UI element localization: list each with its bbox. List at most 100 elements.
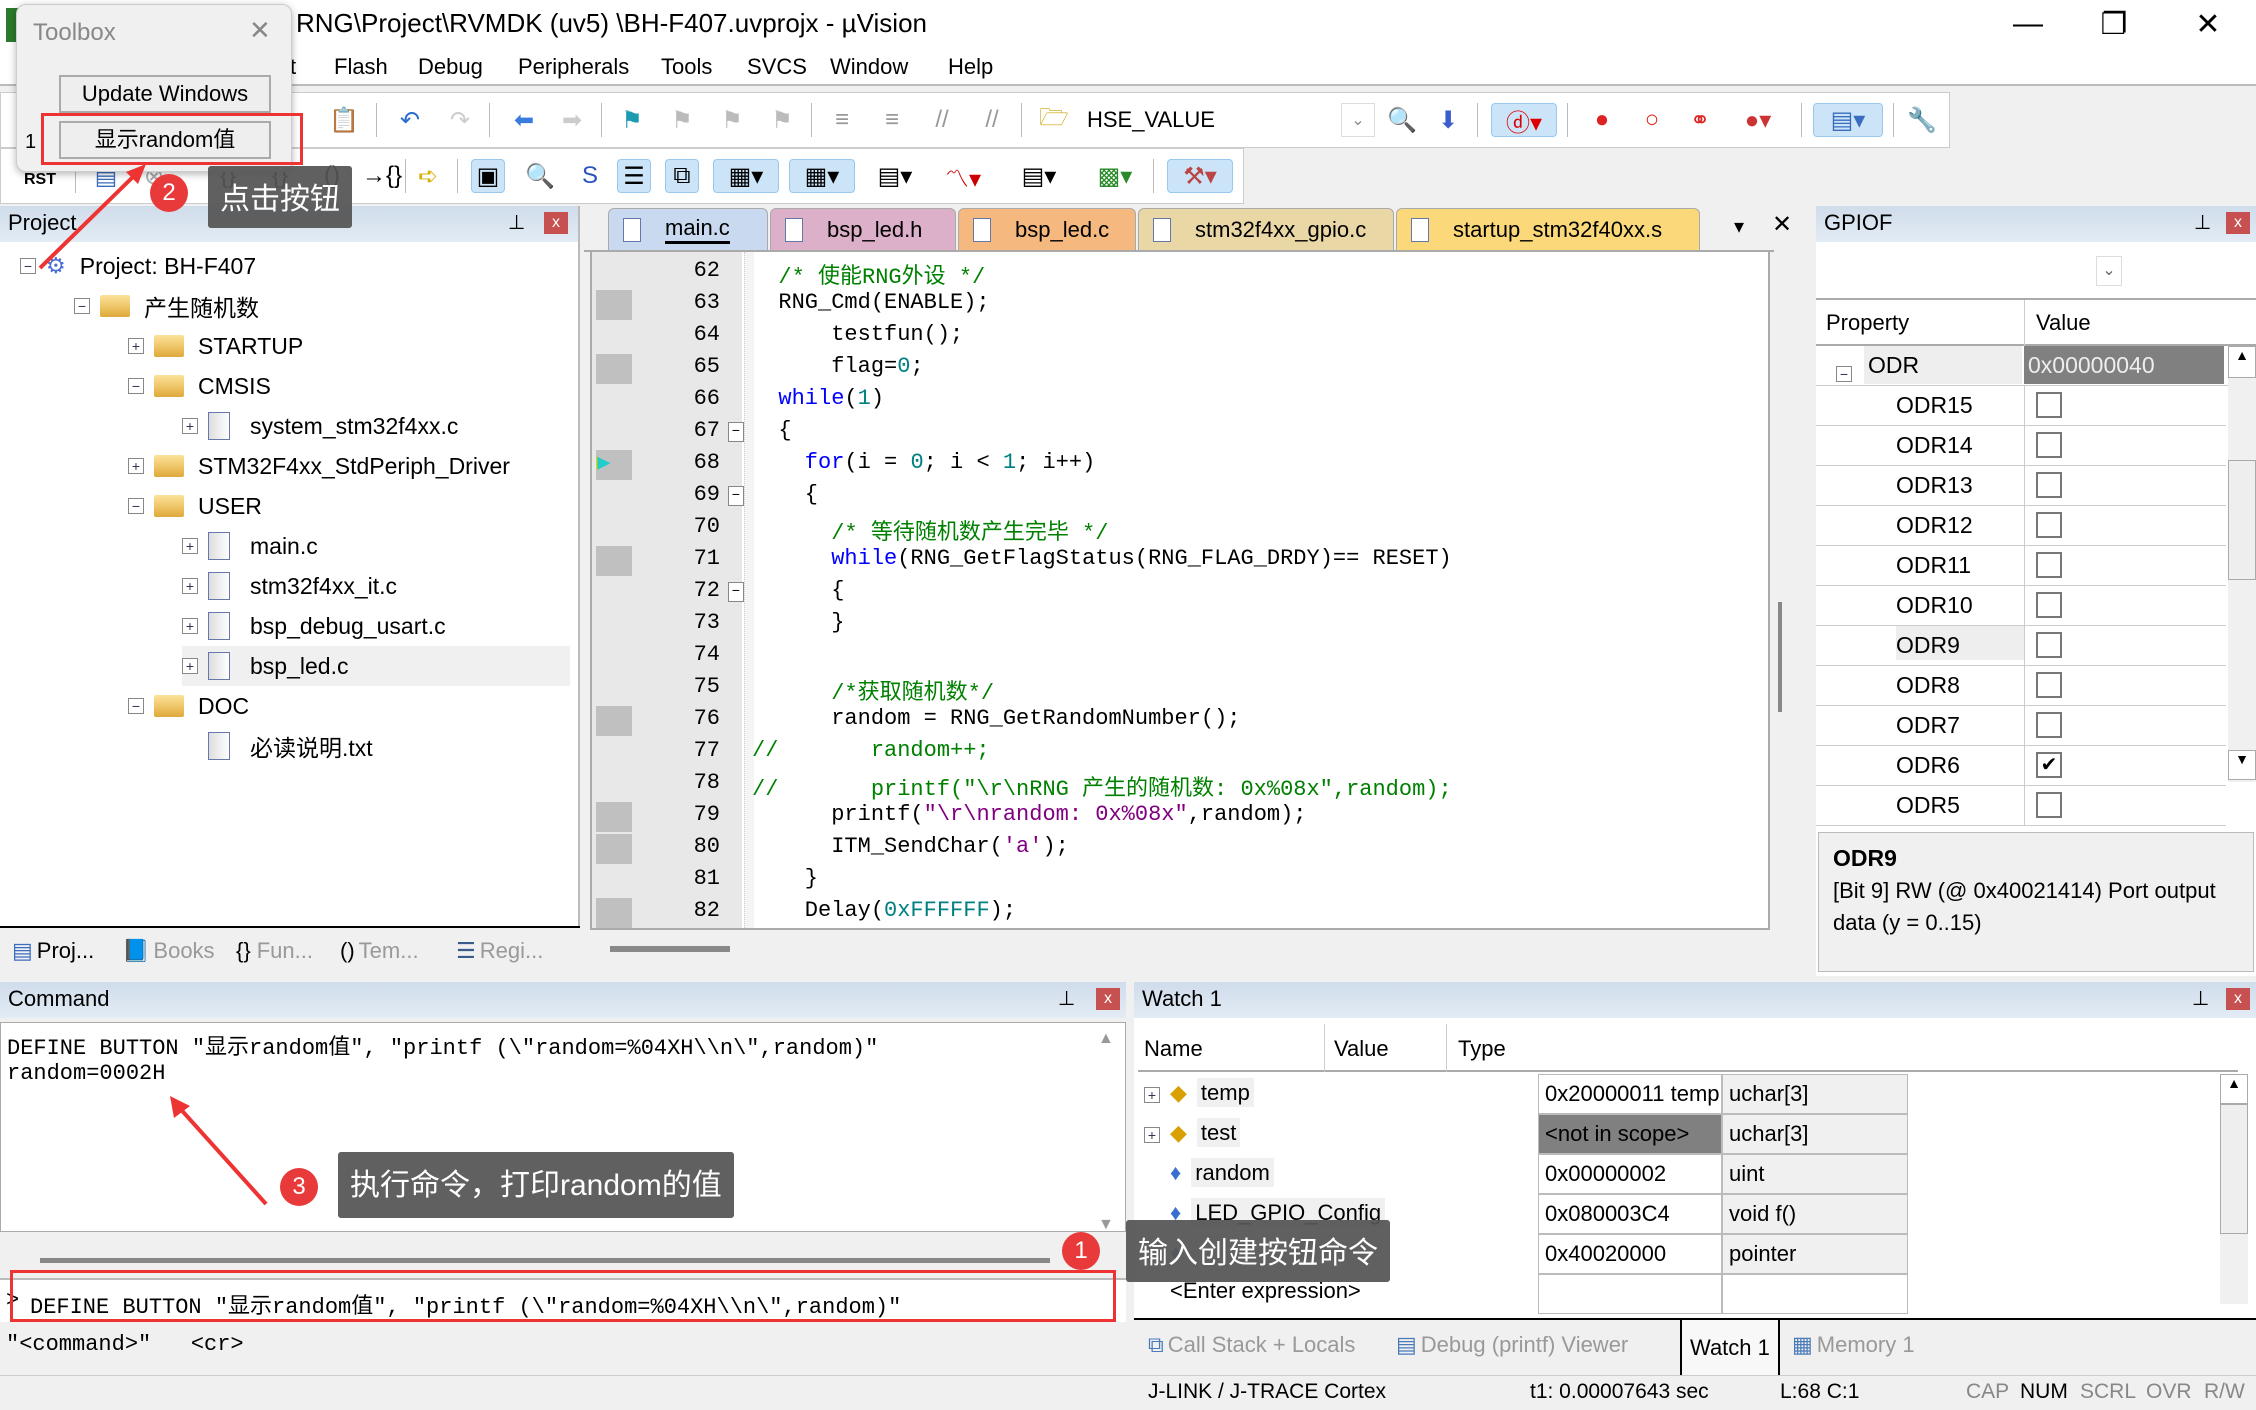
tree-item[interactable]: + bsp_led.c [182, 646, 570, 686]
odr-value[interactable]: 0x00000040 [2024, 346, 2224, 384]
tab-registers[interactable]: ☰ Regi... [456, 938, 543, 964]
odr-bit-row[interactable]: ODR14 [1816, 426, 2226, 466]
executable-line-marker[interactable] [596, 802, 632, 832]
menu-item-svcs[interactable]: SVCS [747, 54, 807, 80]
expand-icon[interactable]: + [128, 458, 144, 474]
code-line[interactable]: 80 ITM_SendChar('a'); [592, 834, 1762, 866]
odr-bit-row[interactable]: ODR7 [1816, 706, 2226, 746]
tab-project[interactable]: ▤ Proj... [12, 938, 94, 964]
serial-windows-icon[interactable]: ▤▾ [867, 159, 923, 193]
collapse-icon[interactable]: − [128, 378, 144, 394]
expand-icon[interactable]: + [1144, 1127, 1160, 1143]
executable-line-marker[interactable] [596, 546, 632, 576]
memory-windows-icon[interactable]: ▦▾ [789, 159, 855, 193]
tab-books[interactable]: 📘 Books [122, 938, 215, 964]
executable-line-marker[interactable] [596, 290, 632, 320]
scroll-thumb[interactable] [2220, 1104, 2248, 1234]
breakpoint-icon[interactable]: ● [1585, 103, 1619, 137]
odr-bit-checkbox[interactable] [2036, 432, 2062, 458]
system-viewer-icon[interactable]: ▩▾ [1087, 159, 1143, 193]
paste-icon[interactable]: 📋 [327, 103, 361, 137]
watch-row[interactable]: ♦ random 0x00000002 uint [1138, 1154, 2066, 1194]
code-line[interactable]: 77 // random++; [592, 738, 1762, 770]
tab-functions[interactable]: {} Fun... [236, 938, 313, 964]
expand-icon[interactable]: + [128, 338, 144, 354]
menu-item-help[interactable]: Help [948, 54, 993, 80]
symbols-window-icon[interactable]: S [573, 159, 607, 193]
expand-icon[interactable]: + [1144, 1087, 1160, 1103]
tab-memory-1[interactable]: ▦ Memory 1 [1792, 1332, 1915, 1358]
odr-bit-checkbox[interactable] [2036, 472, 2062, 498]
watch-value[interactable]: 0x40020000 [1538, 1234, 1722, 1274]
disassembly-window-icon[interactable]: 🔍 [523, 159, 557, 193]
odr-bit-checkbox[interactable] [2036, 632, 2062, 658]
odr-bit-row[interactable]: ODR5 [1816, 786, 2226, 826]
tree-item[interactable]: − USER [128, 486, 262, 526]
editor-tab[interactable]: bsp_led.c [958, 208, 1136, 250]
editor-tab[interactable]: stm32f4xx_gpio.c [1138, 208, 1394, 250]
odr-bit-row[interactable]: ODR8 [1816, 666, 2226, 706]
scroll-up-icon[interactable]: ▲ [2228, 346, 2256, 378]
watch-value[interactable]: 0x20000011 temp[] "" [1538, 1074, 1722, 1114]
watch-scrollbar[interactable]: ▲ [2220, 1074, 2248, 1304]
clear-bookmarks-icon[interactable]: ⚑ [765, 103, 799, 137]
odr-bit-row[interactable]: ODR10 [1816, 586, 2226, 626]
fold-icon[interactable]: − [728, 486, 744, 506]
code-line[interactable]: 67− { [592, 418, 1762, 450]
tree-item[interactable]: − 产生随机数 [74, 286, 259, 326]
code-line[interactable]: 82 Delay(0xFFFFFF); [592, 898, 1762, 930]
odr-bit-checkbox[interactable] [2036, 392, 2062, 418]
odr-bit-row[interactable]: ODR9 [1816, 626, 2226, 666]
watch-value[interactable]: <not in scope> [1538, 1114, 1722, 1154]
menu-item-window[interactable]: Window [830, 54, 908, 80]
expand-icon[interactable]: + [182, 618, 198, 634]
toolbox-icon[interactable]: ⚒▾ [1167, 159, 1233, 193]
collapse-icon[interactable]: − [20, 258, 36, 274]
scroll-up-icon[interactable]: ▲ [1098, 1030, 1114, 1048]
code-line[interactable]: 79 printf("\r\nrandom: 0x%08x",random); [592, 802, 1762, 834]
code-line[interactable]: 62 /* 使能RNG外设 */ [592, 258, 1762, 290]
run-to-cursor-icon[interactable]: →{} [362, 159, 402, 193]
code-line[interactable]: 69− { [592, 482, 1762, 514]
odr-bit-row[interactable]: ODR13 [1816, 466, 2226, 506]
collapse-icon[interactable]: − [128, 498, 144, 514]
odr-bit-checkbox[interactable] [2036, 672, 2062, 698]
watch-row[interactable]: + ◆ temp 0x20000011 temp[] ""uchar[3] [1138, 1074, 2066, 1114]
watch-value[interactable]: 0x080003C4 [1538, 1194, 1722, 1234]
undo-icon[interactable]: ↶ [393, 103, 427, 137]
odr-bit-checkbox[interactable] [2036, 792, 2062, 818]
debug-session-icon[interactable]: ⓓ▾ [1491, 103, 1557, 137]
tree-item[interactable]: + bsp_debug_usart.c [182, 606, 446, 646]
disable-all-breakpoints-icon[interactable]: ⚭ [1683, 103, 1717, 137]
collapse-icon[interactable]: − [128, 698, 144, 714]
scroll-up-icon[interactable]: ▲ [2220, 1074, 2248, 1104]
nav-forward-icon[interactable]: ➡ [555, 103, 589, 137]
code-line[interactable]: 71 while(RNG_GetFlagStatus(RNG_FLAG_DRDY… [592, 546, 1762, 578]
panel-close-icon[interactable]: x [1096, 988, 1120, 1010]
executable-line-marker[interactable] [596, 354, 632, 384]
odr-bit-checkbox[interactable] [2036, 552, 2062, 578]
configure-icon[interactable]: 🔧 [1905, 103, 1939, 137]
editor-hscroll[interactable] [610, 946, 730, 952]
code-line[interactable]: 76 random = RNG_GetRandomNumber(); [592, 706, 1762, 738]
code-line[interactable]: 75 /*获取随机数*/ [592, 674, 1762, 706]
update-windows-button[interactable]: Update Windows [59, 75, 271, 113]
fold-icon[interactable]: − [728, 582, 744, 602]
tab-list-icon[interactable]: ▾ [1734, 214, 1744, 239]
kill-breakpoints-icon[interactable]: ●▾ [1733, 103, 1783, 137]
tree-item[interactable]: + STM32F4xx_StdPeriph_Driver [128, 446, 510, 486]
registers-window-icon[interactable]: ☰ [617, 159, 651, 193]
scroll-down-icon[interactable]: ▼ [1098, 1216, 1114, 1234]
executable-line-marker[interactable] [596, 706, 632, 736]
comment-icon[interactable]: // [925, 103, 959, 137]
command-hscroll[interactable] [40, 1258, 1050, 1263]
code-line[interactable]: 73 } [592, 610, 1762, 642]
editor-tab[interactable]: startup_stm32f40xx.s [1396, 208, 1700, 250]
watch-value[interactable]: 0x00000002 [1538, 1154, 1722, 1194]
code-line[interactable]: ▶▶ 68 for(i = 0; i < 1; i++) [592, 450, 1762, 482]
pin-icon[interactable]: ⊥ [508, 210, 525, 235]
call-stack-window-icon[interactable]: ⧉ [665, 159, 699, 193]
panel-close-icon[interactable]: x [544, 212, 568, 234]
close-button[interactable]: ✕ [2160, 0, 2256, 48]
odr-row[interactable]: − ODR 0x00000040 [1816, 346, 2256, 386]
